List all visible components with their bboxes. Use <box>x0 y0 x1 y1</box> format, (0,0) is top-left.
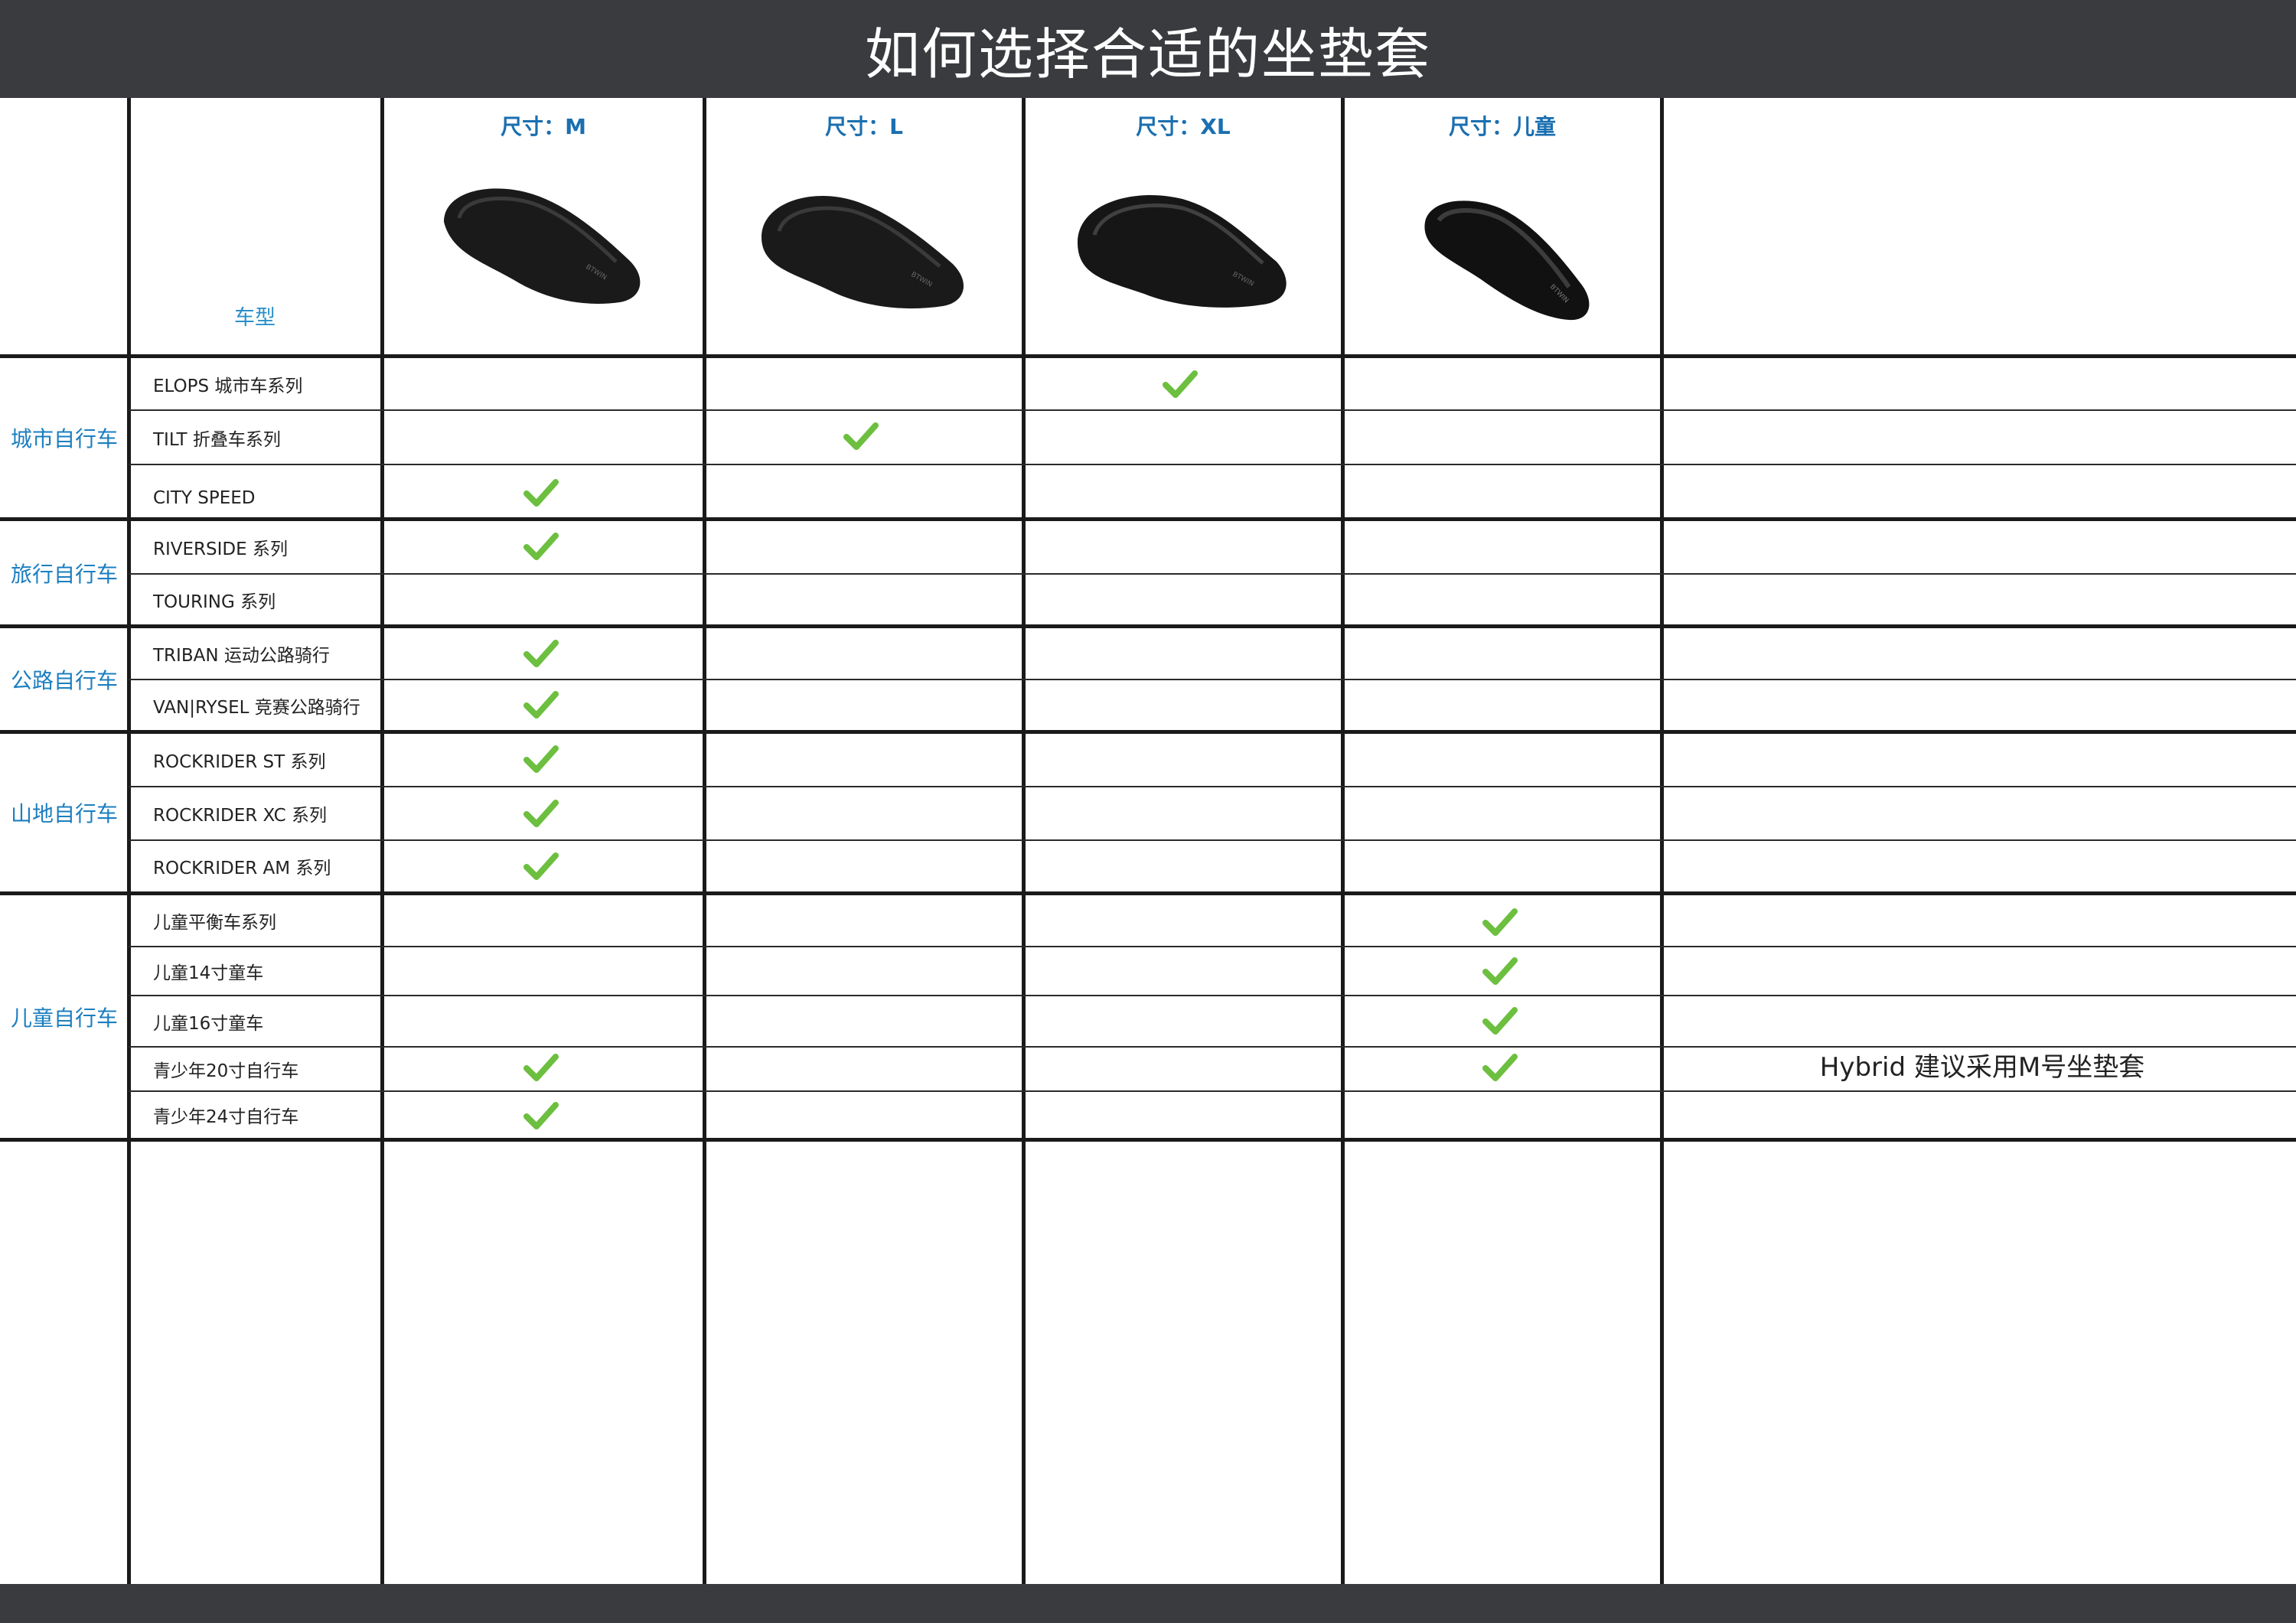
size-label-l: 尺寸：L <box>825 114 903 139</box>
grid-hline <box>0 1138 2296 1142</box>
category-city: 城市自行车 <box>10 426 118 451</box>
model-name: ROCKRIDER XC 系列 <box>153 806 327 826</box>
grid-hline <box>0 517 2296 521</box>
category-mountain: 山地自行车 <box>10 801 118 826</box>
grid-hline <box>129 995 2296 996</box>
model-name: TILT 折叠车系列 <box>153 429 281 450</box>
model-name: ROCKRIDER AM 系列 <box>153 859 331 878</box>
saddle-cover-image-kids: BTWIN <box>1424 200 1590 321</box>
checkmark-icon <box>523 691 559 719</box>
grid-hline <box>129 839 2296 841</box>
checkmark-icon <box>523 1102 559 1129</box>
checkmark-icon <box>1482 908 1518 936</box>
checkmark-icon <box>843 422 879 450</box>
model-name: 儿童16寸童车 <box>153 1013 264 1034</box>
size-label-xl: 尺寸：XL <box>1136 114 1231 139</box>
checkmark-icon <box>1482 957 1518 985</box>
checkmark-icon <box>1482 1007 1518 1035</box>
checkmark-icon <box>1482 1054 1518 1081</box>
footer-bar <box>0 1584 2296 1623</box>
grid-hline <box>129 409 2296 411</box>
grid-hline <box>0 354 2296 358</box>
grid-hline <box>129 786 2296 787</box>
model-name: 青少年24寸自行车 <box>153 1107 299 1127</box>
grid-vline <box>1341 98 1345 1584</box>
model-name: ELOPS 城市车系列 <box>153 376 303 396</box>
category-touring: 旅行自行车 <box>10 561 118 587</box>
model-name: ROCKRIDER ST 系列 <box>153 752 326 772</box>
grid-hline <box>129 679 2296 680</box>
grid-hline <box>0 730 2296 734</box>
checkmark-icon <box>523 640 559 667</box>
category-road: 公路自行车 <box>10 667 118 693</box>
grid-hline <box>0 891 2296 895</box>
category-kids: 儿童自行车 <box>10 1005 118 1031</box>
model-name: 儿童14寸童车 <box>153 963 264 983</box>
model-name: TOURING 系列 <box>153 592 276 612</box>
model-name: RIVERSIDE 系列 <box>153 539 288 559</box>
grid-hline <box>129 573 2296 575</box>
checkmark-icon <box>1163 370 1198 398</box>
saddle-cover-image-m: BTWIN <box>444 188 641 304</box>
model-name: 青少年20寸自行车 <box>153 1061 299 1081</box>
saddle-cover-image-xl: BTWIN <box>1078 195 1287 308</box>
model-name: TRIBAN 运动公路骑行 <box>153 646 330 666</box>
header-bar: 如何选择合适的坐垫套 <box>0 0 2296 98</box>
size-label-kids: 尺寸：儿童 <box>1448 114 1556 139</box>
grid-hline <box>129 1046 2296 1048</box>
checkmark-icon <box>523 852 559 880</box>
saddle-cover-image-l: BTWIN <box>762 195 964 309</box>
checkmark-icon <box>523 533 559 560</box>
grid-vline <box>1022 98 1026 1584</box>
hybrid-note: Hybrid 建议采用M号坐垫套 <box>1819 1052 2145 1083</box>
checkmark-icon <box>523 745 559 773</box>
size-label-m: 尺寸：M <box>501 114 586 139</box>
checkmark-icon <box>523 479 559 507</box>
grid-hline <box>129 946 2296 947</box>
grid-vline <box>1660 98 1664 1584</box>
checkmark-icon <box>523 1054 559 1081</box>
vehicle-type-label: 车型 <box>234 306 276 330</box>
model-name: VAN|RYSEL 竞赛公路骑行 <box>153 697 360 718</box>
grid-vline <box>703 98 706 1584</box>
model-name: 儿童平衡车系列 <box>153 913 276 933</box>
checkmark-icon <box>523 800 559 827</box>
grid-hline <box>129 464 2296 465</box>
page-title: 如何选择合适的坐垫套 <box>864 21 1431 86</box>
grid-hline <box>129 1090 2296 1092</box>
grid-hline <box>0 624 2296 628</box>
